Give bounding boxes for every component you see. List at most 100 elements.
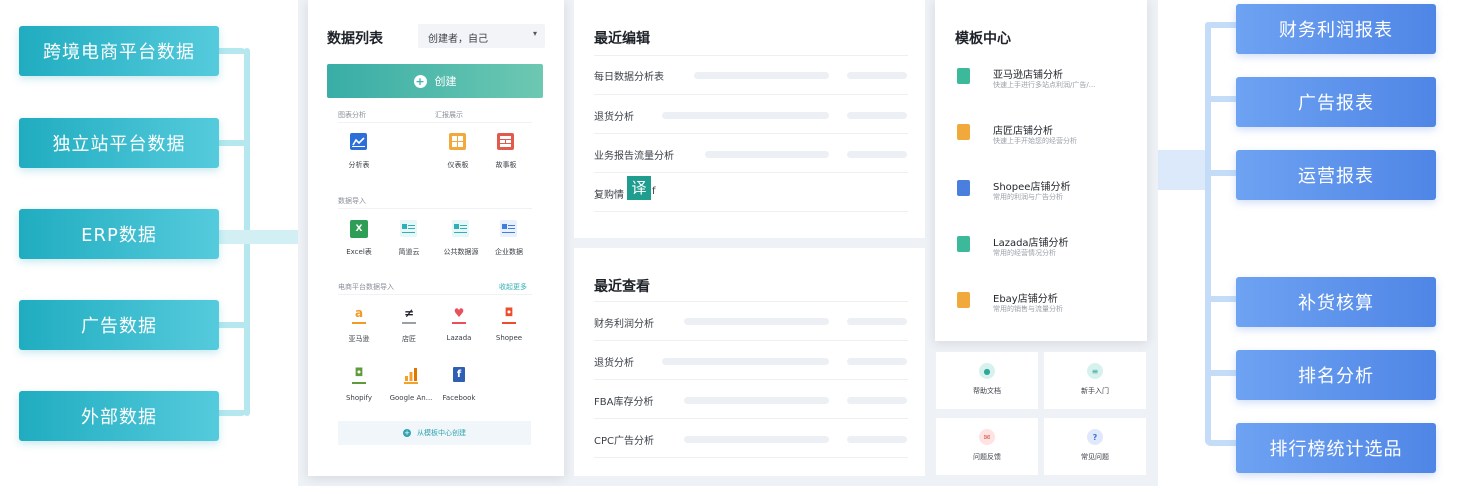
question-icon: ?: [1087, 429, 1103, 445]
enterprise-data-item[interactable]: 企业数据: [489, 220, 529, 260]
platform-facebook-label: Facebook: [442, 394, 476, 402]
data-list-title: 数据列表: [327, 31, 383, 47]
help-docs-tile[interactable]: ● 帮助文档: [936, 352, 1038, 409]
create-from-template-button[interactable]: + 从模板中心创建: [338, 421, 531, 445]
template-subtitle: 常用的经营情况分析: [993, 249, 1056, 257]
excel-item[interactable]: X Excel表: [339, 220, 379, 260]
beginner-guide-tile[interactable]: ≡ 新手入门: [1044, 352, 1146, 409]
tag-ad-data: 广告数据: [19, 300, 219, 350]
shopify-bag-icon: ◘: [352, 366, 366, 384]
translate-badge[interactable]: 译: [627, 176, 651, 200]
platform-dianjiang[interactable]: ≠ 店匠: [389, 306, 429, 346]
template-subtitle: 快速上手开始您的经营分析: [993, 137, 1077, 145]
jiandao-item[interactable]: 简道云: [389, 220, 429, 260]
section-platform-label: 电商平台数据导入: [338, 283, 394, 291]
line-chart-icon: [350, 133, 367, 150]
platform-shopify-label: Shopify: [345, 394, 373, 402]
dashboard-item[interactable]: 仪表板: [439, 133, 477, 173]
dashboard-label: 仪表板: [447, 161, 469, 169]
template-subtitle: 快速上手进行多站点利润/广告/...: [993, 81, 1096, 89]
platform-shopify[interactable]: ◘ Shopify: [339, 366, 379, 406]
platform-shopee[interactable]: ◘ Shopee: [489, 306, 529, 346]
template-title: 店匠店铺分析: [993, 126, 1053, 137]
tag-erp-data: ERP数据: [19, 209, 219, 259]
shopee-bag-icon: ◘: [502, 306, 516, 324]
document-icon: [957, 292, 970, 308]
storyboard-label: 故事板: [495, 161, 517, 169]
tag-financial-report: 财务利润报表: [1236, 4, 1436, 54]
document-icon: [957, 180, 970, 196]
recent-edit-row[interactable]: 退货分析: [574, 95, 925, 133]
create-button[interactable]: + 创建: [327, 64, 543, 98]
faq-tile[interactable]: ? 常见问题: [1044, 418, 1146, 475]
recent-edit-name: 每日数据分析表: [594, 72, 664, 83]
recent-edit-name: 退货分析: [594, 112, 634, 123]
recent-view-title: 最近查看: [594, 279, 650, 295]
template-item[interactable]: Lazada店铺分析 常用的经营情况分析: [957, 234, 1137, 264]
lazada-heart-icon: ♥: [452, 306, 466, 324]
public-data-item[interactable]: 公共数据源: [439, 220, 483, 260]
document-icon: [957, 236, 970, 252]
plus-circle-icon: +: [413, 74, 427, 88]
platform-shopee-label: Shopee: [495, 334, 523, 342]
document-icon: [400, 220, 417, 237]
platform-lazada[interactable]: ♥ Lazada: [439, 306, 479, 346]
recent-view-row[interactable]: 财务利润分析: [574, 302, 925, 340]
section-import-label: 数据导入: [338, 197, 366, 205]
feedback-tile[interactable]: ✉ 问题反馈: [936, 418, 1038, 475]
recent-edit-row[interactable]: 复购情 译 f: [574, 173, 925, 211]
plus-circle-icon: +: [403, 429, 411, 437]
template-subtitle: 常用的销售与流量分析: [993, 305, 1063, 313]
recent-view-row[interactable]: FBA库存分析: [574, 380, 925, 418]
template-title: Shopee店铺分析: [993, 182, 1071, 193]
platform-facebook[interactable]: f Facebook: [439, 366, 479, 406]
recent-edit-row[interactable]: 每日数据分析表: [574, 56, 925, 94]
section-chart-label: 图表分析: [338, 111, 366, 119]
google-analytics-icon: [404, 366, 418, 384]
section-report-label: 汇报展示: [435, 111, 463, 119]
tag-ad-report: 广告报表: [1236, 77, 1436, 127]
tag-replenishment: 补货核算: [1236, 277, 1436, 327]
tag-external-data: 外部数据: [19, 391, 219, 441]
platform-amazon-label: 亚马逊: [348, 335, 370, 343]
storyboard-item[interactable]: 故事板: [487, 133, 525, 173]
recent-view-row[interactable]: 退货分析: [574, 341, 925, 379]
template-subtitle: 常用的利润与广告分析: [993, 193, 1063, 201]
beginner-icon: ≡: [1087, 363, 1103, 379]
chevron-down-icon: ▾: [532, 29, 537, 38]
enterprise-icon: [500, 220, 517, 237]
platform-google-analytics[interactable]: Google An...: [388, 366, 434, 406]
recent-edit-name: 复购情: [594, 190, 624, 201]
document-icon: [957, 68, 970, 84]
recent-view-name: 退货分析: [594, 358, 634, 369]
recent-edit-name: 业务报告流量分析: [594, 151, 674, 162]
amazon-icon: a: [352, 306, 366, 324]
analysis-table-item[interactable]: 分析表: [340, 133, 378, 173]
template-item[interactable]: Shopee店铺分析 常用的利润与广告分析: [957, 178, 1137, 208]
template-item[interactable]: Ebay店铺分析 常用的销售与流量分析: [957, 290, 1137, 320]
app-mockup: 数据列表 创建者，自己 ▾ + 创建 图表分析 汇报展示 分析表 仪表板 故事板…: [298, 0, 1158, 486]
tag-leaderboard-selection: 排行榜统计选品: [1236, 423, 1436, 473]
recent-view-name: CPC广告分析: [594, 436, 654, 447]
public-data-label: 公共数据源: [443, 248, 479, 256]
excel-icon: X: [350, 220, 368, 238]
platform-amazon[interactable]: a 亚马逊: [339, 306, 379, 346]
recent-view-name: 财务利润分析: [594, 319, 654, 330]
tag-operation-report: 运营报表: [1236, 150, 1436, 200]
recent-view-row[interactable]: CPC广告分析: [574, 419, 925, 457]
enterprise-data-label: 企业数据: [495, 248, 523, 256]
recent-edit-title: 最近编辑: [594, 31, 650, 47]
template-title: Lazada店铺分析: [993, 238, 1069, 249]
platform-dianjiang-label: 店匠: [402, 335, 416, 343]
template-item[interactable]: 亚马逊店铺分析 快速上手进行多站点利润/广告/...: [957, 66, 1137, 96]
help-docs-icon: ●: [979, 363, 995, 379]
recent-edit-row[interactable]: 业务报告流量分析: [574, 134, 925, 172]
creator-filter-value: 创建者，自己: [428, 34, 488, 45]
help-docs-label: 帮助文档: [973, 387, 1001, 395]
template-item[interactable]: 店匠店铺分析 快速上手开始您的经营分析: [957, 122, 1137, 152]
collapse-more-link[interactable]: 收起更多: [499, 282, 527, 292]
database-icon: [452, 220, 469, 237]
shoplazza-icon: ≠: [402, 306, 416, 324]
creator-filter-select[interactable]: 创建者，自己 ▾: [418, 24, 545, 48]
tag-independent-site-data: 独立站平台数据: [19, 118, 219, 168]
